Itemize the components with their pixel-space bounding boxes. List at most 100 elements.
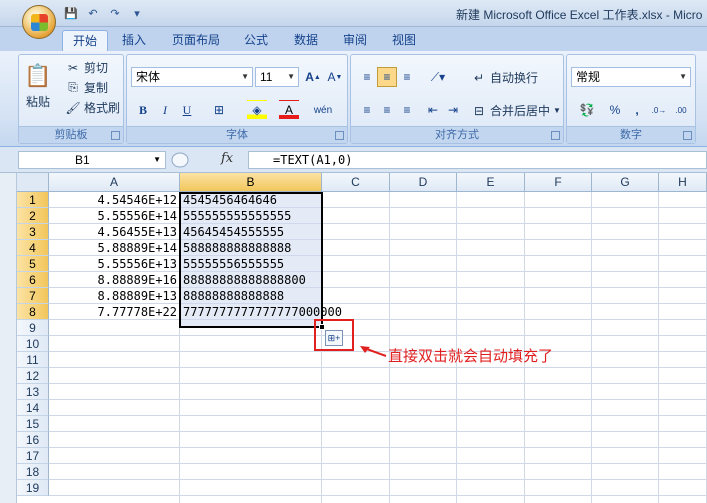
cell-a8[interactable]: 7.77778E+22 bbox=[49, 304, 177, 320]
cell-b5[interactable]: 55555556555555 bbox=[183, 256, 284, 272]
merge-center-button[interactable]: ⊟ 合并后居中 ▼ bbox=[471, 102, 561, 119]
row-header-13[interactable]: 13 bbox=[17, 384, 49, 400]
percent-style-button[interactable]: % bbox=[605, 100, 625, 120]
column-header-e[interactable]: E bbox=[457, 173, 525, 192]
cell-b7[interactable]: 88888888888888 bbox=[183, 288, 284, 304]
row-header-19[interactable]: 19 bbox=[17, 480, 49, 496]
column-header-f[interactable]: F bbox=[525, 173, 592, 192]
row-header-1[interactable]: 1 bbox=[17, 192, 49, 208]
column-header-c[interactable]: C bbox=[322, 173, 390, 192]
font-launcher-icon[interactable] bbox=[335, 131, 344, 140]
column-header-d[interactable]: D bbox=[390, 173, 457, 192]
font-group-label: 字体 bbox=[127, 126, 347, 143]
column-header-h[interactable]: H bbox=[659, 173, 707, 192]
scissors-icon: ✂ bbox=[67, 60, 79, 75]
row-header-17[interactable]: 17 bbox=[17, 448, 49, 464]
font-name-select[interactable]: 宋体 ▼ bbox=[131, 67, 253, 87]
cell-b1[interactable]: 4545456464646 bbox=[183, 192, 277, 208]
tab-data[interactable]: 数据 bbox=[284, 30, 328, 51]
underline-button[interactable]: U bbox=[177, 100, 197, 120]
row-header-6[interactable]: 6 bbox=[17, 272, 49, 288]
alignment-launcher-icon[interactable] bbox=[551, 131, 560, 140]
font-size-select[interactable]: 11 ▼ bbox=[255, 67, 299, 87]
cell-b3[interactable]: 45645454555555 bbox=[183, 224, 284, 240]
cell-b8[interactable]: 7777777777777777000000 bbox=[183, 304, 342, 320]
phonetic-guide-button[interactable]: wén bbox=[313, 100, 333, 120]
number-launcher-icon[interactable] bbox=[683, 131, 692, 140]
paste-button[interactable]: 📋 粘贴 bbox=[24, 61, 51, 110]
row-header-14[interactable]: 14 bbox=[17, 400, 49, 416]
row-header-16[interactable]: 16 bbox=[17, 432, 49, 448]
clipboard-launcher-icon[interactable] bbox=[111, 131, 120, 140]
tab-formulas[interactable]: 公式 bbox=[234, 30, 278, 51]
formula-input[interactable]: =TEXT(A1,0) bbox=[248, 151, 707, 169]
font-color-button[interactable]: A bbox=[279, 100, 299, 120]
format-painter-button[interactable]: 🖌 格式刷 bbox=[65, 99, 120, 116]
decrease-decimal-button[interactable]: .00 bbox=[671, 100, 691, 120]
cell-a2[interactable]: 5.55556E+14 bbox=[49, 208, 177, 224]
orientation-button[interactable]: ⟋▾ bbox=[423, 67, 453, 87]
name-box[interactable]: B1 ▼ bbox=[18, 151, 166, 169]
cut-button[interactable]: ✂ 剪切 bbox=[65, 59, 108, 76]
redo-icon[interactable]: ↷ bbox=[106, 5, 124, 21]
copy-button[interactable]: ⎘ 复制 bbox=[65, 79, 108, 96]
row-header-3[interactable]: 3 bbox=[17, 224, 49, 240]
customize-qat-icon[interactable]: ▾ bbox=[128, 5, 146, 21]
row-header-8[interactable]: 8 bbox=[17, 304, 49, 320]
comma-style-button[interactable]: , bbox=[627, 100, 647, 120]
tab-view[interactable]: 视图 bbox=[382, 30, 426, 51]
cell-a7[interactable]: 8.88889E+13 bbox=[49, 288, 177, 304]
row-header-18[interactable]: 18 bbox=[17, 464, 49, 480]
fill-color-button[interactable]: ◈ bbox=[247, 100, 267, 120]
cell-b6[interactable]: 88888888888888800 bbox=[183, 272, 306, 288]
align-bottom-button[interactable]: ≡ bbox=[397, 67, 417, 87]
italic-button[interactable]: I bbox=[155, 100, 175, 120]
accounting-format-button[interactable]: 💱 bbox=[573, 100, 601, 120]
cell-a5[interactable]: 5.55556E+13 bbox=[49, 256, 177, 272]
worksheet-grid[interactable]: ABCDEFGH 1 2 3 4 5 6 7 8 9 10 11 12 13 14 15 16 17 18 19 4… bbox=[0, 173, 707, 503]
row-header-12[interactable]: 12 bbox=[17, 368, 49, 384]
paste-label: 粘贴 bbox=[25, 95, 50, 109]
align-center-button[interactable]: ≡ bbox=[377, 100, 397, 120]
undo-icon[interactable]: ↶ bbox=[84, 5, 102, 21]
tab-home[interactable]: 开始 bbox=[62, 30, 109, 51]
save-icon[interactable]: 💾 bbox=[62, 5, 80, 21]
cell-a3[interactable]: 4.56455E+13 bbox=[49, 224, 177, 240]
align-right-button[interactable]: ≡ bbox=[397, 100, 417, 120]
row-header-4[interactable]: 4 bbox=[17, 240, 49, 256]
row-header-10[interactable]: 10 bbox=[17, 336, 49, 352]
column-header-b[interactable]: B bbox=[180, 173, 322, 192]
grow-font-button[interactable]: A ▲ bbox=[303, 67, 323, 87]
cell-a1[interactable]: 4.54546E+12 bbox=[49, 192, 177, 208]
tab-insert[interactable]: 插入 bbox=[112, 30, 156, 51]
office-button[interactable] bbox=[22, 5, 56, 39]
cell-b2[interactable]: 555555555555555 bbox=[183, 208, 291, 224]
wrap-text-button[interactable]: ↵ 自动换行 bbox=[471, 69, 538, 86]
row-header-11[interactable]: 11 bbox=[17, 352, 49, 368]
align-left-button[interactable]: ≡ bbox=[357, 100, 377, 120]
select-all-corner[interactable] bbox=[17, 173, 49, 192]
row-header-7[interactable]: 7 bbox=[17, 288, 49, 304]
tab-page-layout[interactable]: 页面布局 bbox=[162, 30, 230, 51]
row-header-2[interactable]: 2 bbox=[17, 208, 49, 224]
bold-button[interactable]: B bbox=[133, 100, 153, 120]
increase-indent-button[interactable]: ⇥ bbox=[443, 100, 463, 120]
tab-review[interactable]: 审阅 bbox=[333, 30, 377, 51]
cell-a6[interactable]: 8.88889E+16 bbox=[49, 272, 177, 288]
decrease-indent-button[interactable]: ⇤ bbox=[423, 100, 443, 120]
column-header-g[interactable]: G bbox=[592, 173, 659, 192]
font-group: 宋体 ▼ 11 ▼ A ▲ A ▼ B I U ⊞ ◈ A wén 字体 bbox=[126, 54, 348, 144]
row-header-9[interactable]: 9 bbox=[17, 320, 49, 336]
cell-a4[interactable]: 5.88889E+14 bbox=[49, 240, 177, 256]
row-header-5[interactable]: 5 bbox=[17, 256, 49, 272]
cell-b4[interactable]: 588888888888888 bbox=[183, 240, 291, 256]
shrink-font-button[interactable]: A ▼ bbox=[325, 67, 345, 87]
row-header-15[interactable]: 15 bbox=[17, 416, 49, 432]
align-middle-button[interactable]: ≡ bbox=[377, 67, 397, 87]
increase-decimal-button[interactable]: .0→ bbox=[649, 100, 669, 120]
insert-function-icon[interactable]: fx bbox=[221, 151, 233, 166]
borders-button[interactable]: ⊞ bbox=[209, 100, 229, 120]
align-top-button[interactable]: ≡ bbox=[357, 67, 377, 87]
number-format-select[interactable]: 常规 ▼ bbox=[571, 67, 691, 87]
column-header-a[interactable]: A bbox=[49, 173, 180, 192]
